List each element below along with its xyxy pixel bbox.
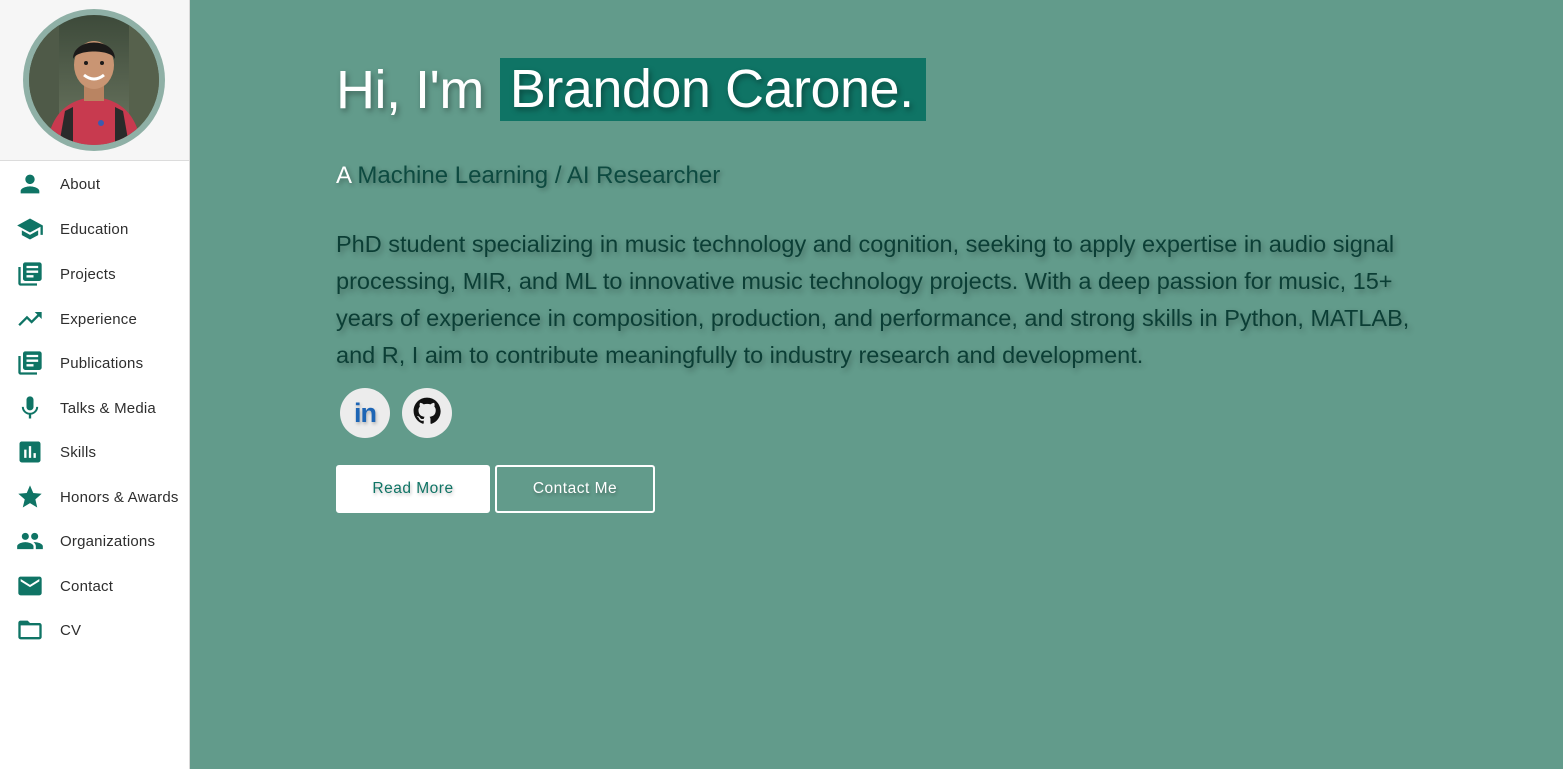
sidebar-item-label: Publications bbox=[60, 354, 144, 372]
people-icon bbox=[16, 527, 44, 555]
github-icon bbox=[413, 397, 441, 430]
subtitle-role: Machine Learning / AI Researcher bbox=[357, 162, 721, 189]
read-more-button[interactable]: Read More bbox=[336, 465, 490, 513]
avatar-photo bbox=[29, 15, 159, 145]
sidebar-item-label: Projects bbox=[60, 265, 116, 283]
sidebar-item-publications[interactable]: Publications bbox=[0, 343, 189, 383]
sidebar-item-label: Organizations bbox=[60, 532, 156, 550]
sidebar-item-cv[interactable]: CV bbox=[0, 610, 189, 650]
trending-up-icon bbox=[16, 305, 44, 333]
microphone-icon bbox=[16, 394, 44, 422]
social-links: in bbox=[340, 388, 452, 438]
sidebar-item-label: About bbox=[60, 175, 101, 193]
avatar-header bbox=[0, 0, 189, 161]
greeting-text: Hi, I'm bbox=[336, 59, 484, 120]
sidebar-item-experience[interactable]: Experience bbox=[0, 299, 189, 339]
linkedin-icon: in bbox=[354, 397, 377, 428]
sidebar-item-label: Experience bbox=[60, 310, 138, 328]
contact-me-button[interactable]: Contact Me bbox=[495, 465, 655, 513]
bar-chart-icon bbox=[16, 438, 44, 466]
sidebar-item-label: Honors & Awards bbox=[60, 488, 179, 506]
sidebar-item-projects[interactable]: Projects bbox=[0, 254, 189, 294]
github-button[interactable] bbox=[402, 388, 452, 438]
sidebar-item-label: Skills bbox=[60, 443, 97, 461]
sidebar-item-talks-media[interactable]: Talks & Media bbox=[0, 388, 189, 428]
sidebar: About Education Projects Experience Publ… bbox=[0, 0, 190, 769]
sidebar-item-honors-awards[interactable]: Honors & Awards bbox=[0, 477, 189, 517]
sidebar-item-label: Talks & Media bbox=[60, 399, 156, 417]
subtitle: A Machine Learning / AI Researcher bbox=[336, 162, 720, 190]
bio-description: PhD student specializing in music techno… bbox=[336, 231, 1410, 368]
library-books-icon bbox=[16, 260, 44, 288]
hero-actions: Read More Contact Me bbox=[336, 465, 655, 513]
graduation-cap-icon bbox=[16, 215, 44, 243]
library-books-icon bbox=[16, 349, 44, 377]
sidebar-item-about[interactable]: About bbox=[0, 164, 189, 204]
page-title: Hi, I'm Brandon Carone. bbox=[336, 58, 926, 121]
sidebar-item-skills[interactable]: Skills bbox=[0, 432, 189, 472]
avatar[interactable] bbox=[23, 9, 165, 151]
star-icon bbox=[16, 483, 44, 511]
folder-icon bbox=[16, 616, 44, 644]
subtitle-prefix: A bbox=[336, 162, 351, 189]
sidebar-item-contact[interactable]: Contact bbox=[0, 566, 189, 606]
linkedin-button[interactable]: in bbox=[340, 388, 390, 438]
person-icon bbox=[16, 170, 44, 198]
mail-icon bbox=[16, 572, 44, 600]
sidebar-item-organizations[interactable]: Organizations bbox=[0, 521, 189, 561]
sidebar-item-label: Education bbox=[60, 220, 129, 238]
name-highlight: Brandon Carone. bbox=[499, 58, 926, 121]
sidebar-item-education[interactable]: Education bbox=[0, 209, 189, 249]
sidebar-item-label: CV bbox=[60, 621, 82, 639]
sidebar-item-label: Contact bbox=[60, 577, 114, 595]
